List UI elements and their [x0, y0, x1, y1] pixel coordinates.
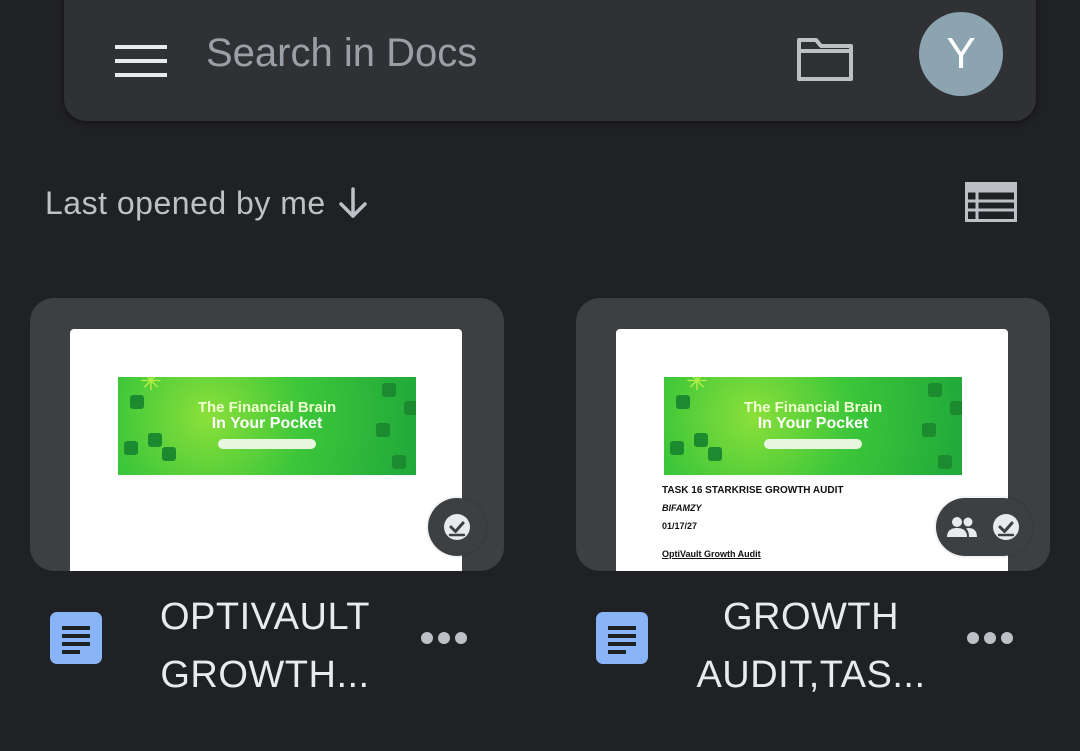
more-horizontal-icon [967, 632, 1013, 644]
file-title[interactable]: GROWTH AUDIT,TAS... [686, 588, 936, 704]
shared-offline-status-chip [936, 498, 1032, 556]
file-thumbnail[interactable]: ✳ The Financial Brain In Your Pocket TAS… [576, 298, 1050, 571]
arrow-down-icon [336, 186, 370, 220]
banner-line-1: The Financial Brain [743, 399, 883, 416]
file-card-growth-audit[interactable]: ✳ The Financial Brain In Your Pocket TAS… [576, 298, 1050, 738]
preview-doc-date: 01/17/27 [662, 521, 698, 531]
file-title-line-1: OPTIVAULT [159, 596, 370, 638]
search-input[interactable] [206, 20, 766, 86]
file-title-line-2: AUDIT,TAS... [696, 654, 926, 696]
thumbnail-banner-image: ✳ The Financial Brain In Your Pocket [664, 377, 962, 475]
menu-button[interactable] [110, 24, 172, 98]
file-title[interactable]: OPTIVAULT GROWTH... [140, 588, 390, 704]
preview-doc-title: TASK 16 STARKRISE GROWTH AUDIT [662, 485, 844, 496]
offline-available-check-icon [442, 512, 472, 542]
sort-selector[interactable]: Last opened by me [45, 180, 370, 226]
file-thumbnail[interactable]: ✳ The Financial Brain In Your Pocket [30, 298, 504, 571]
folder-button[interactable] [790, 26, 860, 92]
preview-doc-author: BIFAMZY [662, 503, 702, 513]
banner-line-1: The Financial Brain [197, 399, 337, 416]
preview-doc-heading: OptiVault Growth Audit [662, 549, 761, 559]
google-docs-icon [48, 610, 104, 666]
people-icon [947, 516, 977, 538]
list-view-toggle[interactable] [962, 178, 1020, 226]
more-options-button[interactable] [960, 616, 1020, 660]
document-page-preview: ✳ The Financial Brain In Your Pocket [70, 329, 462, 571]
offline-available-check-icon [991, 512, 1021, 542]
list-view-icon [965, 182, 1017, 222]
more-horizontal-icon [421, 632, 467, 644]
file-card-optivault[interactable]: ✳ The Financial Brain In Your Pocket OPT… [30, 298, 504, 738]
google-docs-icon [594, 610, 650, 666]
account-avatar[interactable]: Y [919, 12, 1003, 96]
file-title-line-1: GROWTH [722, 596, 900, 638]
banner-line-2: In Your Pocket [757, 415, 869, 432]
docs-home-screen: Y Last opened by me ✳ [0, 0, 1080, 751]
search-bar: Y [64, 0, 1036, 121]
thumbnail-banner-image: ✳ The Financial Brain In Your Pocket [118, 377, 416, 475]
banner-line-2: In Your Pocket [211, 415, 323, 432]
offline-status-chip [428, 498, 486, 556]
sort-label: Last opened by me [45, 184, 326, 221]
more-options-button[interactable] [414, 616, 474, 660]
hamburger-menu-icon [115, 45, 167, 77]
file-title-line-2: GROWTH... [160, 654, 370, 696]
folder-icon [797, 38, 853, 81]
